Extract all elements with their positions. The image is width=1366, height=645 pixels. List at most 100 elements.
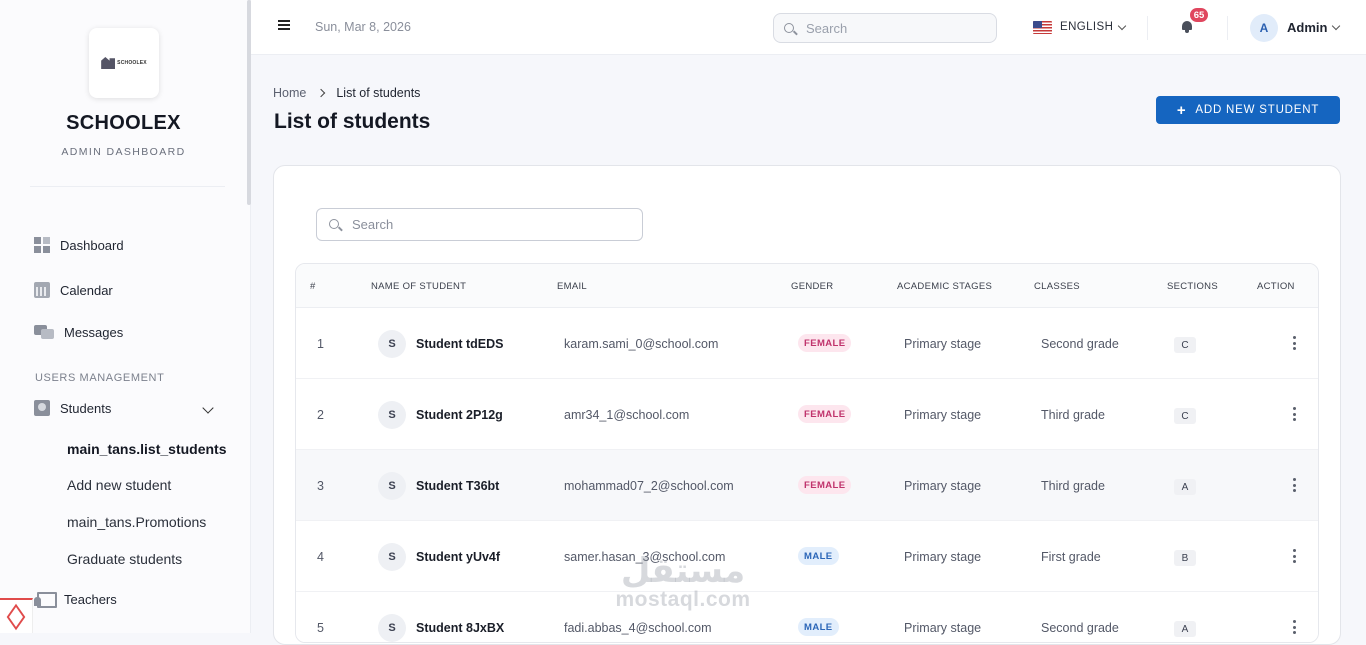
divider <box>1147 16 1148 40</box>
students-table: # NAME OF STUDENT EMAIL GENDER ACADEMIC … <box>295 263 1319 643</box>
more-actions-icon[interactable] <box>1292 407 1296 421</box>
calendar-icon <box>34 282 50 298</box>
sidebar-item-label: Students <box>60 400 112 416</box>
sidebar-item-teachers[interactable]: Teachers <box>34 591 117 608</box>
gender-badge: MALE <box>798 547 839 565</box>
academic-stage: Primary stage <box>904 550 982 564</box>
table-search-input[interactable]: Search <box>316 208 643 241</box>
sidebar-item-label: Dashboard <box>60 237 124 253</box>
header-gender: GENDER <box>791 281 834 292</box>
chevron-down-icon[interactable] <box>1117 21 1127 31</box>
sidebar-subitem-graduate-students[interactable]: Graduate students <box>67 551 182 567</box>
search-icon <box>784 23 794 33</box>
sidebar-item-dashboard[interactable]: Dashboard <box>34 237 124 253</box>
academic-stage: Primary stage <box>904 479 982 493</box>
notification-bell-icon[interactable] <box>1181 20 1193 33</box>
add-new-student-button[interactable]: + ADD NEW STUDENT <box>1156 96 1340 124</box>
dashboard-icon <box>34 237 50 253</box>
table-row[interactable]: 4 S Student yUv4f samer.hasan_3@school.c… <box>296 521 1318 592</box>
class-name: First grade <box>1041 550 1101 564</box>
laravel-icon[interactable] <box>0 598 33 633</box>
messages-icon <box>34 324 54 340</box>
topbar: Sun, Mar 8, 2026 Search ENGLISH 65 A Adm… <box>251 0 1366 55</box>
section-badge: A <box>1174 621 1196 637</box>
academic-stage: Primary stage <box>904 408 982 422</box>
class-name: Second grade <box>1041 337 1119 351</box>
student-avatar: S <box>378 472 406 500</box>
sidebar-subitem-promotions[interactable]: main_tans.Promotions <box>67 514 206 530</box>
gender-badge: FEMALE <box>798 476 852 494</box>
gender-badge: FEMALE <box>798 334 852 352</box>
current-date: Sun, Mar 8, 2026 <box>315 20 411 34</box>
search-icon <box>329 219 339 229</box>
student-name[interactable]: Student yUv4f <box>416 550 500 564</box>
top-search-placeholder: Search <box>806 20 848 36</box>
student-name[interactable]: Student 2P12g <box>416 408 503 422</box>
breadcrumb-home[interactable]: Home <box>273 86 306 100</box>
student-avatar: S <box>378 614 406 642</box>
student-email: samer.hasan_3@school.com <box>564 550 726 564</box>
table-row[interactable]: 1 S Student tdEDS karam.sami_0@school.co… <box>296 308 1318 379</box>
header-academic-stages: ACADEMIC STAGES <box>897 281 993 292</box>
menu-toggle-icon[interactable] <box>278 20 290 30</box>
divider <box>1227 16 1228 40</box>
table-row[interactable]: 3 S Student T36bt mohammad07_2@school.co… <box>296 450 1318 521</box>
brand-name: SCHOOLEX <box>66 112 181 134</box>
header-email: EMAIL <box>557 281 588 292</box>
chevron-down-icon[interactable] <box>202 402 214 414</box>
user-avatar[interactable]: A <box>1250 14 1278 42</box>
row-number: 3 <box>317 479 324 493</box>
table-row[interactable]: 2 S Student 2P12g amr34_1@school.com FEM… <box>296 379 1318 450</box>
class-name: Third grade <box>1041 408 1105 422</box>
gender-badge: MALE <box>798 618 839 636</box>
table-row[interactable]: 5 S Student 8JxBX fadi.abbas_4@school.co… <box>296 592 1318 642</box>
table-header: # NAME OF STUDENT EMAIL GENDER ACADEMIC … <box>296 264 1318 308</box>
student-avatar: S <box>378 543 406 571</box>
student-name[interactable]: Student T36bt <box>416 479 499 493</box>
chevron-down-icon[interactable] <box>1331 21 1341 31</box>
breadcrumb: Home List of students <box>273 86 420 100</box>
chevron-right-icon <box>317 88 326 98</box>
logo: SCHOOLEX <box>89 28 159 98</box>
section-badge: C <box>1174 337 1196 353</box>
academic-stage: Primary stage <box>904 337 982 351</box>
class-name: Third grade <box>1041 479 1105 493</box>
section-badge: A <box>1174 479 1196 495</box>
header-action: ACTION <box>1257 281 1295 292</box>
student-email: mohammad07_2@school.com <box>564 479 734 493</box>
section-badge: B <box>1174 550 1196 566</box>
page-title: List of students <box>274 110 431 133</box>
student-email: amr34_1@school.com <box>564 408 690 422</box>
gender-badge: FEMALE <box>798 405 852 423</box>
top-search-input[interactable]: Search <box>773 13 997 43</box>
section-badge: C <box>1174 408 1196 424</box>
more-actions-icon[interactable] <box>1292 478 1296 492</box>
header-number: # <box>310 281 316 292</box>
sidebar-item-messages[interactable]: Messages <box>34 324 123 340</box>
teachers-icon <box>34 591 57 608</box>
sidebar-subitem-list-students[interactable]: main_tans.list_students <box>67 441 227 457</box>
sidebar-item-calendar[interactable]: Calendar <box>34 282 113 298</box>
student-email: karam.sami_0@school.com <box>564 337 719 351</box>
brand-subtitle: ADMIN DASHBOARD <box>61 146 186 158</box>
sidebar-item-students[interactable]: Students <box>34 400 111 416</box>
plus-icon: + <box>1176 101 1187 119</box>
section-label-users-management: USERS MANAGEMENT <box>35 372 165 384</box>
sidebar-subitem-add-student[interactable]: Add new student <box>67 477 171 493</box>
more-actions-icon[interactable] <box>1292 336 1296 350</box>
student-avatar: S <box>378 401 406 429</box>
language-selector[interactable]: ENGLISH <box>1060 21 1113 33</box>
header-classes: CLASSES <box>1034 281 1080 292</box>
more-actions-icon[interactable] <box>1292 620 1296 634</box>
header-name: NAME OF STUDENT <box>371 281 467 292</box>
notification-count-badge: 65 <box>1189 7 1209 23</box>
sidebar-item-label: Calendar <box>60 282 113 298</box>
more-actions-icon[interactable] <box>1292 549 1296 563</box>
user-name[interactable]: Admin <box>1287 20 1327 35</box>
breadcrumb-current: List of students <box>336 86 421 100</box>
logo-text: SCHOOLEX <box>117 60 147 66</box>
student-name[interactable]: Student tdEDS <box>416 337 504 351</box>
table-search-placeholder: Search <box>352 217 394 232</box>
row-number: 1 <box>317 337 324 351</box>
sidebar: SCHOOLEX SCHOOLEX ADMIN DASHBOARD Dashbo… <box>0 0 251 633</box>
